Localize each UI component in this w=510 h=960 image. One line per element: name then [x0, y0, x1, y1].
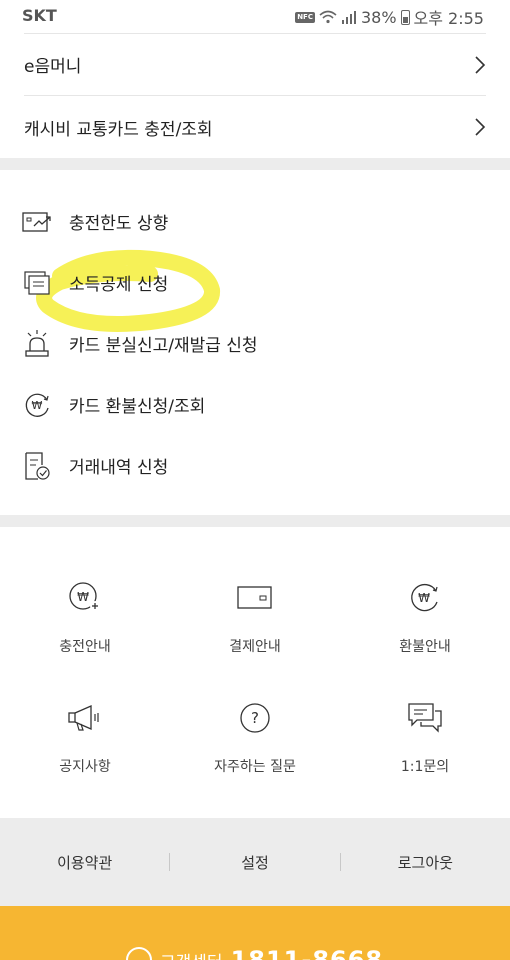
grid-item-notice[interactable]: 공지사항 [0, 698, 170, 776]
top-list: e음머니 캐시비 교통카드 충전/조회 [24, 34, 486, 158]
limit-raise-icon [22, 207, 52, 237]
menu-item-lost-card[interactable]: 카드 분실신고/재발급 신청 [22, 313, 488, 374]
siren-icon [22, 329, 52, 359]
clock: 오후 2:55 [413, 9, 484, 28]
footer-links: 이용약관 설정 로그아웃 [0, 818, 510, 906]
card-icon [235, 578, 275, 618]
menu-list: 충전한도 상향 소득공제 신청 카드 분실신고/재발급 신청 ₩ 카드 환불신청… [22, 191, 488, 496]
top-list-item-emoney[interactable]: e음머니 [24, 34, 486, 96]
grid-item-label: 충전안내 [59, 639, 111, 655]
svg-text:₩: ₩ [418, 591, 430, 605]
menu-item-label: 소득공제 신청 [69, 275, 169, 295]
grid-item-label: 1:1문의 [400, 759, 450, 775]
menu-item-label: 카드 분실신고/재발급 신청 [69, 336, 258, 356]
svg-text:₩: ₩ [77, 590, 89, 604]
menu-item-label: 충전한도 상향 [69, 214, 169, 234]
question-icon: ? [235, 698, 275, 738]
battery-percent: 38% [360, 7, 397, 27]
grid-item-charge-guide[interactable]: ₩ 충전안내 [0, 578, 170, 656]
nfc-icon: NFC [295, 11, 315, 23]
customer-center-bar[interactable]: 고객센터 1811-8668 [0, 906, 510, 960]
grid-item-label: 공지사항 [59, 759, 111, 775]
top-list-item-label: 캐시비 교통카드 충전/조회 [24, 119, 213, 140]
won-refund-icon: ₩ [22, 390, 52, 420]
wifi-icon [319, 10, 337, 24]
menu-item-label: 카드 환불신청/조회 [69, 397, 206, 417]
menu-item-tax-deduction[interactable]: 소득공제 신청 [22, 252, 488, 313]
status-icons: NFC 38% 오후 2:55 [295, 5, 484, 29]
carrier-label: SKT [22, 6, 57, 25]
customer-center-content: 고객센터 1811-8668 [126, 946, 383, 960]
chevron-right-icon [475, 55, 486, 74]
svg-text:₩: ₩ [32, 399, 43, 412]
svg-text:?: ? [251, 709, 259, 727]
megaphone-icon [65, 698, 105, 738]
menu-item-limit-raise[interactable]: 충전한도 상향 [22, 191, 488, 252]
logout-link[interactable]: 로그아웃 [341, 852, 510, 873]
tax-deduction-icon [22, 268, 52, 298]
won-refund-icon: ₩ [405, 578, 445, 618]
won-plus-icon: ₩ [65, 578, 105, 618]
battery-icon [400, 9, 410, 25]
grid-item-refund-guide[interactable]: ₩ 환불안내 [340, 578, 510, 656]
top-list-item-label: e음머니 [24, 57, 82, 77]
chat-icon [405, 698, 445, 738]
grid-item-payment-guide[interactable]: 결제안내 [170, 578, 340, 656]
terms-link[interactable]: 이용약관 [0, 852, 169, 873]
grid-item-inquiry[interactable]: 1:1문의 [340, 698, 510, 776]
top-list-item-cashbee[interactable]: 캐시비 교통카드 충전/조회 [24, 96, 486, 158]
menu-item-label: 거래내역 신청 [69, 458, 169, 478]
grid-item-label: 환불안내 [399, 639, 451, 655]
document-check-icon [22, 451, 52, 481]
customer-center-number: 1811-8668 [230, 946, 384, 960]
settings-link[interactable]: 설정 [170, 852, 339, 873]
grid-item-label: 결제안내 [229, 639, 281, 655]
status-bar: SKT NFC 38% 오후 2:55 [0, 0, 510, 32]
grid-item-faq[interactable]: ? 자주하는 질문 [170, 698, 340, 776]
menu-item-card-refund[interactable]: ₩ 카드 환불신청/조회 [22, 374, 488, 435]
section-divider [0, 158, 510, 170]
customer-center-label: 고객센터 [160, 948, 223, 960]
chevron-right-icon [475, 118, 486, 136]
signal-icon [341, 11, 356, 24]
grid-item-label: 자주하는 질문 [214, 759, 296, 775]
section-divider [0, 515, 510, 527]
phone-icon [126, 947, 152, 960]
menu-item-transaction-history[interactable]: 거래내역 신청 [22, 435, 488, 496]
